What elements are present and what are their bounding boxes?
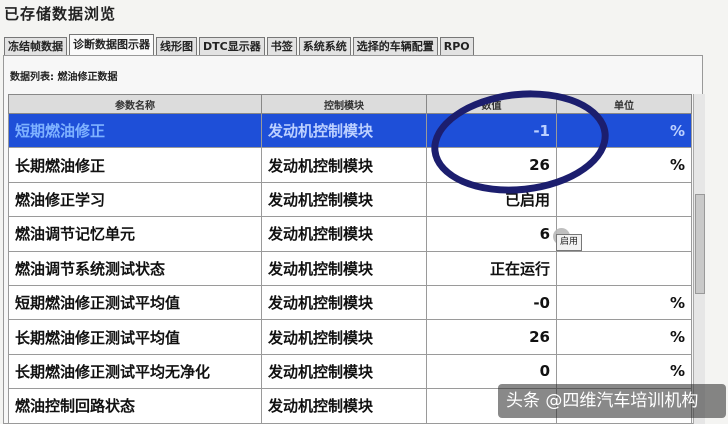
table-row[interactable]: 燃油调节系统测试状态 发动机控制模块 正在运行 bbox=[8, 250, 692, 286]
cell-module: 发动机控制模块 bbox=[261, 216, 427, 252]
tab-bar: 冻结帧数据 诊断数据图示器 线形图 DTC显示器 书签 系统系统 选择的车辆配置… bbox=[4, 34, 476, 55]
cell-module: 发动机控制模块 bbox=[261, 353, 427, 390]
cell-parameter-name: 长期燃油修正 bbox=[8, 147, 262, 183]
cell-value: -0 bbox=[426, 284, 557, 321]
data-list-label: 数据列表: 燃油修正数据 bbox=[10, 72, 118, 83]
tab-bookmarks[interactable]: 书签 bbox=[266, 37, 297, 55]
cell-module: 发动机控制模块 bbox=[261, 181, 427, 218]
cell-parameter-name: 短期燃油修正测试平均值 bbox=[8, 284, 262, 321]
cell-module: 发动机控制模块 bbox=[261, 284, 427, 321]
cell-module: 发动机控制模块 bbox=[261, 319, 427, 355]
cell-parameter-name: 燃油调节记忆单元 bbox=[8, 216, 262, 252]
window-title: 已存储数据浏览 bbox=[4, 5, 117, 23]
table-row[interactable]: 燃油调节记忆单元 发动机控制模块 6 bbox=[8, 216, 692, 252]
data-list-panel: 数据列表: 燃油修正数据 参数名称 控制模块 数值 单位 短期燃油修正 发动机控… bbox=[3, 55, 705, 424]
cell-module: 发动机控制模块 bbox=[261, 147, 427, 183]
cell-unit: % bbox=[556, 284, 692, 321]
cell-unit: % bbox=[556, 319, 692, 355]
tab-line-graph[interactable]: 线形图 bbox=[156, 37, 197, 55]
tab-rpo[interactable]: RPO bbox=[439, 37, 474, 55]
tab-diagnostic-data-display[interactable]: 诊断数据图示器 bbox=[69, 34, 154, 55]
cell-module: 发动机控制模块 bbox=[261, 112, 427, 149]
scrollbar-thumb[interactable] bbox=[695, 194, 705, 294]
cell-module: 发动机控制模块 bbox=[261, 388, 427, 424]
table-row[interactable]: 燃油修正学习 发动机控制模块 已启用 bbox=[8, 181, 692, 218]
cell-value: 6 bbox=[426, 216, 557, 252]
cell-unit bbox=[556, 181, 692, 218]
cell-parameter-name: 长期燃油修正测试平均值 bbox=[8, 319, 262, 355]
cell-parameter-name: 长期燃油修正测试平均无净化 bbox=[8, 353, 262, 390]
tab-vehicle-config[interactable]: 选择的车辆配置 bbox=[352, 37, 438, 55]
enabled-button[interactable]: 启用 bbox=[556, 234, 583, 251]
table-row[interactable]: 短期燃油修正测试平均值 发动机控制模块 -0 % bbox=[8, 284, 692, 321]
tab-freeze-frame[interactable]: 冻结帧数据 bbox=[4, 37, 67, 55]
column-header-parameter[interactable]: 参数名称 bbox=[8, 94, 262, 114]
column-header-module[interactable]: 控制模块 bbox=[261, 94, 427, 114]
cell-parameter-name: 燃油控制回路状态 bbox=[8, 388, 262, 424]
tab-system[interactable]: 系统系统 bbox=[298, 37, 351, 55]
cell-value: 正在运行 bbox=[426, 250, 557, 286]
cell-parameter-name: 短期燃油修正 bbox=[8, 112, 262, 149]
table-row[interactable]: 长期燃油修正测试平均值 发动机控制模块 26 % bbox=[8, 319, 692, 355]
app-window: 已存储数据浏览 冻结帧数据 诊断数据图示器 线形图 DTC显示器 书签 系统系统… bbox=[0, 0, 728, 424]
cell-unit bbox=[556, 250, 692, 286]
tab-dtc-display[interactable]: DTC显示器 bbox=[199, 37, 265, 55]
cell-module: 发动机控制模块 bbox=[261, 250, 427, 286]
vertical-scrollbar[interactable] bbox=[693, 94, 705, 424]
watermark: 头条 @四维汽车培训机构 bbox=[498, 384, 726, 418]
cell-parameter-name: 燃油修正学习 bbox=[8, 181, 262, 218]
cell-value: 26 bbox=[426, 319, 557, 355]
cell-parameter-name: 燃油调节系统测试状态 bbox=[8, 250, 262, 286]
